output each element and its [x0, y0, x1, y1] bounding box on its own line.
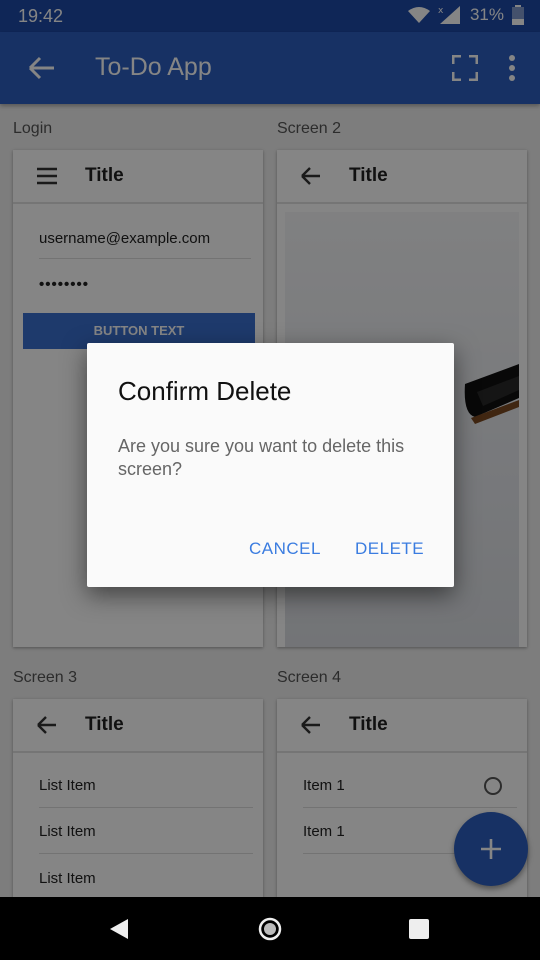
- system-nav-bar: [0, 897, 540, 960]
- nav-recents-icon[interactable]: [404, 914, 434, 944]
- nav-home-icon[interactable]: [255, 914, 285, 944]
- nav-back-icon[interactable]: [104, 914, 134, 944]
- cancel-button[interactable]: CANCEL: [249, 539, 321, 559]
- delete-button[interactable]: DELETE: [355, 539, 424, 559]
- confirm-delete-dialog: Confirm Delete Are you sure you want to …: [87, 343, 454, 587]
- dialog-message: Are you sure you want to delete this scr…: [118, 436, 405, 479]
- dialog-title: Confirm Delete: [118, 376, 292, 406]
